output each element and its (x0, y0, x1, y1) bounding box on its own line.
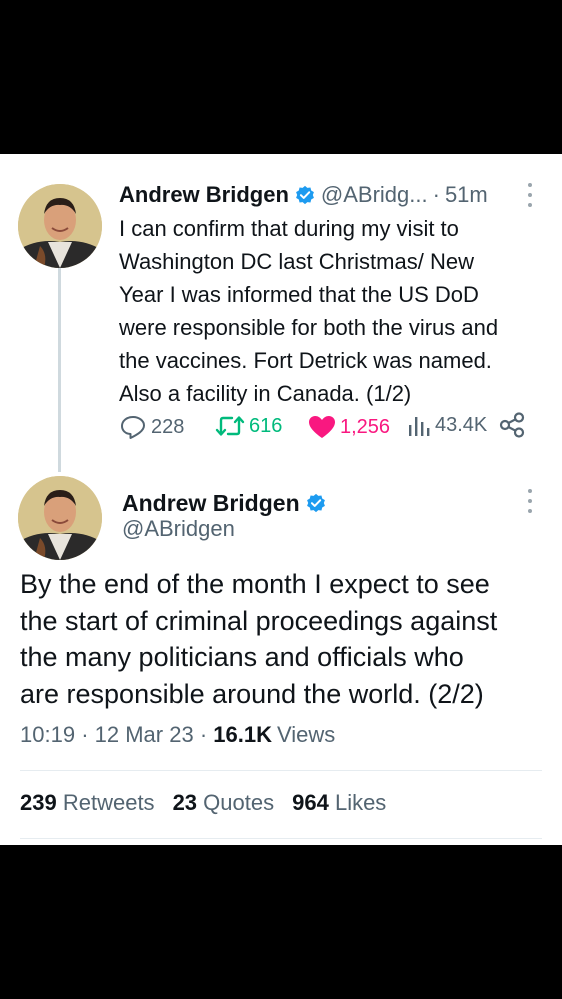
like-count: 1,256 (340, 415, 391, 438)
tweet1-header: Andrew Bridgen @ABridg... · 51m (119, 178, 488, 212)
likes-label: Likes (334, 790, 387, 815)
tweet1-action-bar: 228 616 1,256 43.4K (119, 410, 529, 444)
author-handle[interactable]: @ABridgen (122, 516, 235, 542)
retweets-stat[interactable]: 239 Retweets (20, 790, 155, 815)
separator-dot: · (432, 182, 440, 207)
tweet-date[interactable]: 12 Mar 23 (95, 722, 194, 747)
tweet-text-line: Year I was informed that the US DoD (119, 282, 479, 307)
tweet-text-line: are responsible around the world. (2/2) (20, 678, 484, 709)
quotes-label: Quotes (203, 790, 275, 815)
thread-connector-line (58, 268, 61, 472)
reply-button[interactable]: 228 (119, 414, 184, 440)
tweet2-text: By the end of the month I expect to see … (20, 566, 550, 712)
verified-badge-icon (306, 493, 325, 513)
top-black-band (0, 0, 562, 154)
tweet-text-line: the start of criminal proceedings agains… (20, 605, 498, 636)
tweet-text-line: were responsible for both the virus and (119, 315, 499, 340)
separator-dot: · (199, 722, 208, 747)
tweet-text-line: Washington DC last Christmas/ New (119, 249, 474, 274)
tweet-text-line: By the end of the month I expect to see (20, 569, 490, 599)
tweet-text-line: the many politicians and officials who (20, 642, 464, 672)
retweet-count: 616 (249, 414, 283, 437)
tweet-text-line: I can confirm that during my visit to (119, 216, 459, 241)
separator-dot: · (81, 722, 89, 747)
author-name[interactable]: Andrew Bridgen (122, 490, 300, 517)
views-label: Views (277, 722, 336, 747)
reply-count: 228 (151, 415, 185, 438)
tweet2-stats: 239 Retweets 23 Quotes 964 Likes (20, 790, 386, 816)
more-icon[interactable] (526, 183, 534, 207)
quotes-stat[interactable]: 23 Quotes (173, 790, 275, 815)
likes-count: 964 (292, 790, 329, 815)
divider (20, 838, 542, 839)
reply-icon (121, 416, 145, 439)
tweet-time[interactable]: 10:19 (20, 722, 75, 747)
retweet-button[interactable]: 616 (215, 414, 282, 438)
retweets-count: 239 (20, 790, 57, 815)
retweet-icon (215, 416, 245, 436)
tweet2-name-row: Andrew Bridgen (122, 486, 332, 520)
likes-stat[interactable]: 964 Likes (292, 790, 386, 815)
tweet-time[interactable]: 51m (445, 182, 488, 208)
retweets-label: Retweets (62, 790, 155, 815)
avatar[interactable] (18, 476, 102, 560)
verified-badge-icon (295, 185, 314, 205)
views-button[interactable]: 43.4K (407, 414, 487, 437)
like-icon (309, 416, 335, 438)
tweet1-text: I can confirm that during my visit to Wa… (119, 212, 549, 410)
views-count: 16.1K (213, 722, 272, 747)
author-name[interactable]: Andrew Bridgen (119, 182, 289, 208)
views-icon (409, 416, 430, 436)
divider (20, 770, 542, 771)
tweet-text-line: the vaccines. Fort Detrick was named. (119, 348, 492, 373)
more-icon[interactable] (526, 489, 534, 513)
author-handle[interactable]: @ABridg... (321, 182, 428, 208)
share-button[interactable] (499, 412, 529, 438)
tweet2-meta: 10:19 · 12 Mar 23 · 16.1K Views (20, 722, 335, 748)
share-icon (499, 412, 525, 438)
tweet-text-line: Also a facility in Canada. (1/2) (119, 381, 412, 406)
bottom-black-band (0, 845, 562, 999)
like-button[interactable]: 1,256 (308, 414, 390, 440)
views-count: 43.4K (435, 414, 488, 436)
quotes-count: 23 (172, 790, 198, 815)
avatar[interactable] (18, 184, 102, 268)
